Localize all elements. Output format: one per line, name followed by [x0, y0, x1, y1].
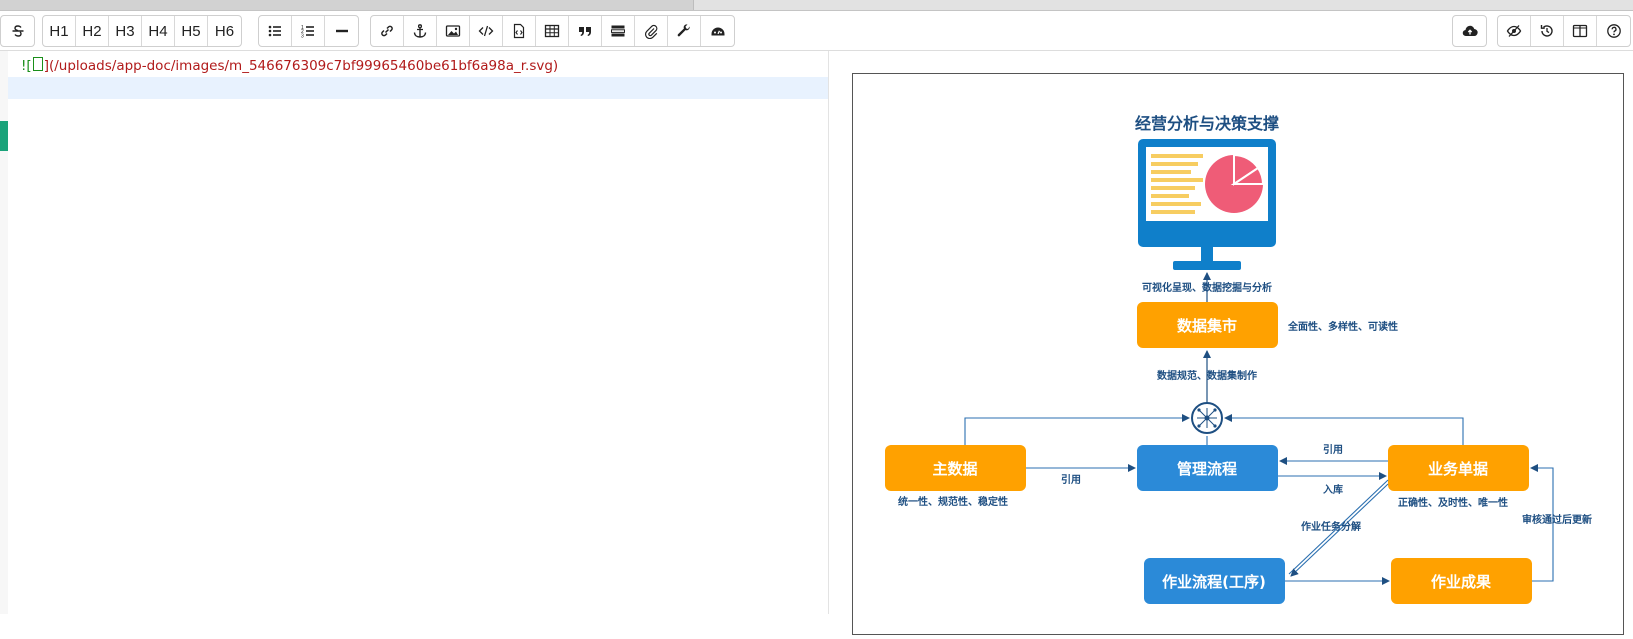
attachment-button[interactable] — [635, 16, 668, 46]
emoji-button[interactable] — [701, 16, 734, 46]
heading-2-button[interactable]: H2 — [76, 16, 109, 46]
anchor-icon — [413, 24, 427, 38]
unordered-list-button[interactable] — [259, 16, 292, 46]
help-button[interactable] — [1597, 16, 1630, 46]
preview-pane: 经营分析与决策支撑 可视化呈现、数据挖掘与分析 数据集市 全面性、多样性、可读性… — [829, 51, 1633, 635]
save-cloud-icon — [1462, 25, 1478, 37]
help-icon — [1606, 24, 1621, 38]
monitor-pie-chart — [1205, 153, 1265, 213]
quote-icon — [579, 27, 591, 36]
dashboard-monitor-icon — [1138, 139, 1276, 270]
strikethrough-icon — [12, 25, 23, 37]
work-process-label: 作业流程(工序) — [1162, 573, 1266, 591]
master-props-label: 统一性、规范性、稳定性 — [898, 495, 1008, 508]
split-view-button[interactable] — [1564, 16, 1597, 46]
table-button[interactable] — [536, 16, 569, 46]
diagram-title: 经营分析与决策支撑 — [1135, 114, 1279, 133]
browser-tab-strip — [0, 0, 1633, 11]
insert-group — [370, 15, 735, 47]
ordered-list-icon: 123 — [301, 25, 314, 40]
tools-button[interactable] — [668, 16, 701, 46]
toggle-preview-icon — [1506, 25, 1522, 37]
data-mart-label: 数据集市 — [1177, 317, 1237, 335]
active-line-highlight — [8, 77, 828, 99]
gutter-change-marker — [0, 121, 8, 151]
lists-group: 123 — [258, 15, 359, 47]
master-data-label: 主数据 — [932, 460, 977, 478]
biz-props-label: 正确性、及时性、唯一性 — [1398, 496, 1508, 509]
mart-props-label: 全面性、多样性、可读性 — [1287, 320, 1398, 333]
split-view-icon — [1572, 24, 1588, 38]
save-group — [1452, 15, 1487, 47]
save-cloud-button[interactable] — [1453, 16, 1486, 46]
code-block-button[interactable] — [503, 16, 536, 46]
browser-tab-right[interactable] — [693, 0, 1633, 10]
biz-docs-label: 业务单据 — [1428, 460, 1488, 478]
view-group — [1497, 15, 1631, 47]
heading-3-button[interactable]: H3 — [109, 16, 142, 46]
ref-right-label: 引用 — [1323, 443, 1343, 456]
code-icon — [478, 25, 494, 37]
image-path-text: ](/uploads/app-doc/images/m_546676309c7b… — [43, 58, 559, 74]
data-hub-icon — [1191, 402, 1223, 434]
svg-text:3: 3 — [301, 34, 304, 40]
standardize-label: 数据规范、数据集制作 — [1157, 369, 1257, 382]
editor-line-1[interactable]: ![ ](/uploads/app-doc/images/m_546676309c… — [21, 57, 558, 74]
strikethrough-group — [0, 15, 35, 47]
history-icon — [1540, 25, 1553, 37]
heading-5-button[interactable]: H5 — [175, 16, 208, 46]
work-result-label: 作业成果 — [1431, 573, 1492, 591]
editor-toolbar: H1 H2 H3 H4 H5 H6 123 — [0, 11, 1633, 51]
horizontal-rule-icon — [335, 29, 348, 33]
blockquote-button[interactable] — [569, 16, 602, 46]
link-icon — [381, 25, 393, 37]
heading-4-button[interactable]: H4 — [142, 16, 175, 46]
horizontal-rule-button[interactable] — [325, 16, 358, 46]
inline-code-button[interactable] — [470, 16, 503, 46]
task-decompose-label: 作业任务分解 — [1301, 520, 1361, 533]
storage-label: 入库 — [1323, 483, 1343, 496]
image-alt-box — [32, 57, 43, 71]
strikethrough-button[interactable] — [1, 16, 34, 46]
image-button[interactable] — [437, 16, 470, 46]
attachment-icon — [644, 24, 658, 39]
html-entity-icon — [611, 25, 625, 37]
ordered-list-button[interactable]: 123 — [292, 16, 325, 46]
history-button[interactable] — [1531, 16, 1564, 46]
ref-left-label: 引用 — [1061, 473, 1081, 486]
image-icon — [445, 25, 461, 37]
tools-icon — [677, 24, 690, 37]
html-entity-button[interactable] — [602, 16, 635, 46]
code-block-icon — [513, 23, 525, 39]
link-button[interactable] — [371, 16, 404, 46]
unordered-list-icon — [268, 25, 281, 37]
architecture-diagram: 经营分析与决策支撑 可视化呈现、数据挖掘与分析 数据集市 全面性、多样性、可读性… — [885, 114, 1592, 604]
mgmt-process-label: 管理流程 — [1177, 460, 1237, 478]
visualize-label: 可视化呈现、数据挖掘与分析 — [1142, 281, 1272, 294]
audit-update-label: 审核通过后更新 — [1522, 513, 1592, 526]
headings-group: H1 H2 H3 H4 H5 H6 — [42, 15, 242, 47]
markdown-editor[interactable]: ![ ](/uploads/app-doc/images/m_546676309c… — [0, 51, 829, 614]
image-syntax-bang: ![ — [21, 58, 32, 74]
heading-1-button[interactable]: H1 — [43, 16, 76, 46]
toggle-preview-button[interactable] — [1498, 16, 1531, 46]
anchor-button[interactable] — [404, 16, 437, 46]
diagram-frame: 经营分析与决策支撑 可视化呈现、数据挖掘与分析 数据集市 全面性、多样性、可读性… — [852, 73, 1624, 635]
table-icon — [544, 24, 560, 38]
heading-6-button[interactable]: H6 — [208, 16, 241, 46]
emoji-icon — [711, 27, 724, 36]
browser-tab-left[interactable] — [0, 0, 693, 10]
